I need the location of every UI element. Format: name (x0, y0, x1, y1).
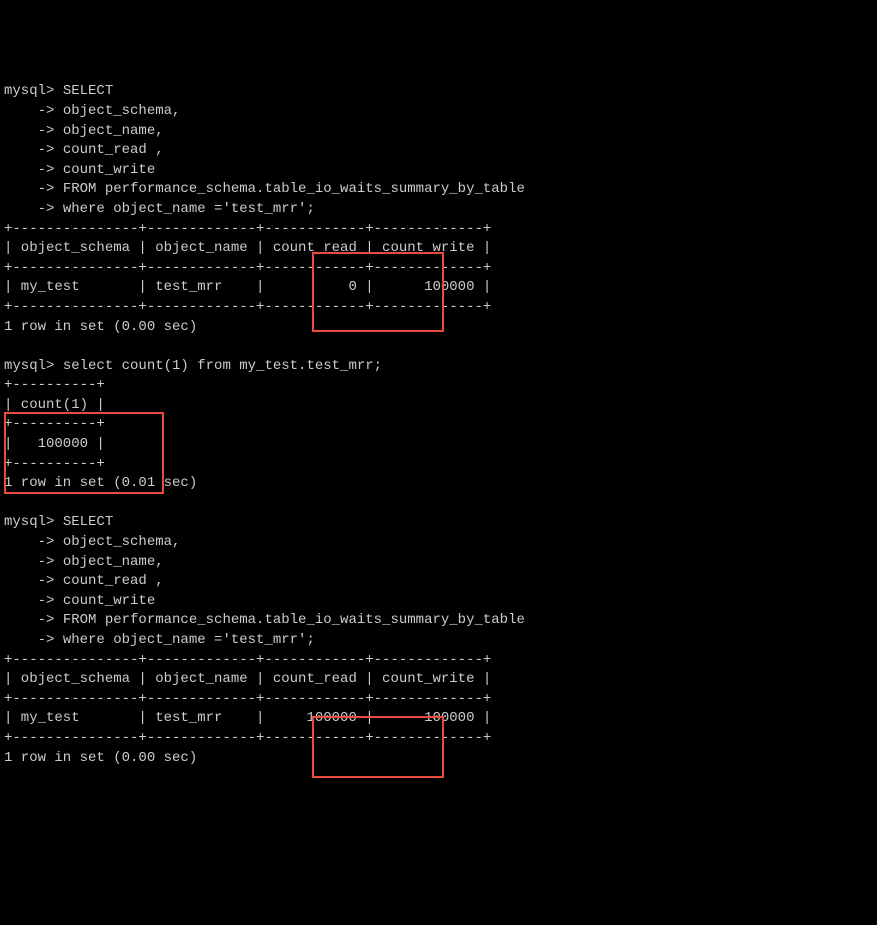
query-line: FROM performance_schema.table_io_waits_s… (63, 612, 525, 628)
query-line: object_schema, (63, 534, 181, 550)
continuation-prompt: -> (4, 103, 63, 119)
table-border: +---------------+-------------+---------… (4, 652, 491, 668)
terminal-output: mysql> SELECT -> object_schema, -> objec… (4, 82, 873, 827)
continuation-prompt: -> (4, 573, 63, 589)
continuation-prompt: -> (4, 142, 63, 158)
query-line: select count(1) from my_test.test_mrr; (63, 358, 382, 374)
mysql-prompt[interactable]: mysql> (4, 83, 63, 99)
query-line: SELECT (63, 514, 113, 530)
query-line: where object_name ='test_mrr'; (63, 632, 315, 648)
query-line: SELECT (63, 83, 113, 99)
table-border: +----------+ (4, 456, 105, 472)
continuation-prompt: -> (4, 632, 63, 648)
query-line: where object_name ='test_mrr'; (63, 201, 315, 217)
table-row: | my_test | test_mrr | 100000 | 100000 | (4, 710, 491, 726)
continuation-prompt: -> (4, 554, 63, 570)
continuation-prompt: -> (4, 201, 63, 217)
table-border: +---------------+-------------+---------… (4, 691, 491, 707)
table-header: | count(1) | (4, 397, 105, 413)
continuation-prompt: -> (4, 162, 63, 178)
query-line: object_name, (63, 554, 164, 570)
continuation-prompt: -> (4, 612, 63, 628)
query-line: count_write (63, 593, 155, 609)
continuation-prompt: -> (4, 534, 63, 550)
result-status: 1 row in set (0.01 sec) (4, 475, 197, 491)
result-status: 1 row in set (0.00 sec) (4, 750, 197, 766)
mysql-prompt[interactable]: mysql> (4, 514, 63, 530)
table-header: | object_schema | object_name | count_re… (4, 240, 491, 256)
table-border: +---------------+-------------+---------… (4, 730, 491, 746)
table-border: +---------------+-------------+---------… (4, 221, 491, 237)
table-border: +---------------+-------------+---------… (4, 260, 491, 276)
query-line: count_read , (63, 142, 164, 158)
table-border: +----------+ (4, 377, 105, 393)
query-line: count_write (63, 162, 155, 178)
table-row: | 100000 | (4, 436, 105, 452)
table-border: +---------------+-------------+---------… (4, 299, 491, 315)
table-header: | object_schema | object_name | count_re… (4, 671, 491, 687)
continuation-prompt: -> (4, 123, 63, 139)
query-line: object_name, (63, 123, 164, 139)
continuation-prompt: -> (4, 593, 63, 609)
mysql-prompt[interactable]: mysql> (4, 358, 63, 374)
query-line: count_read , (63, 573, 164, 589)
query-line: object_schema, (63, 103, 181, 119)
query-line: FROM performance_schema.table_io_waits_s… (63, 181, 525, 197)
continuation-prompt: -> (4, 181, 63, 197)
table-border: +----------+ (4, 416, 105, 432)
table-row: | my_test | test_mrr | 0 | 100000 | (4, 279, 491, 295)
result-status: 1 row in set (0.00 sec) (4, 319, 197, 335)
